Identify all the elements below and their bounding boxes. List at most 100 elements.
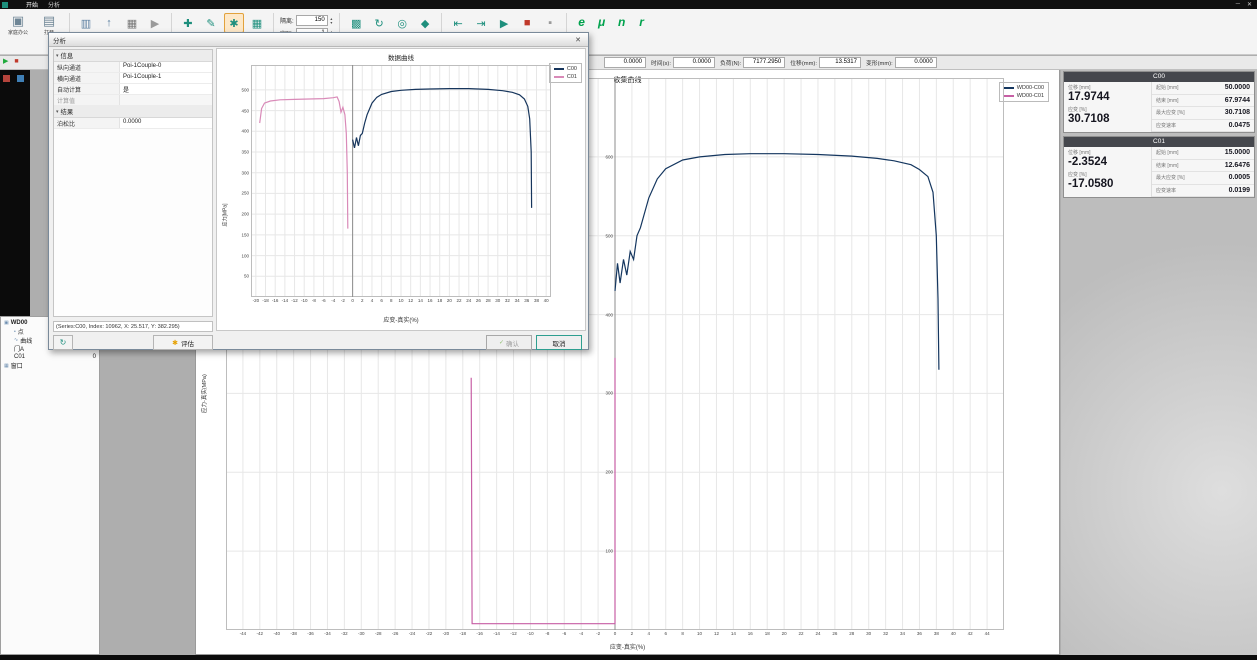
modulus-e-button[interactable]: e (573, 13, 590, 30)
dialog-chart: 数据曲线 C00C01 -20-18-16-14-12-10-8-6-4-202… (216, 48, 586, 331)
x-tick-label: -44 (240, 631, 247, 636)
result-row-label: 结束 [mm] (1156, 97, 1179, 104)
grid-tool-icon[interactable]: ▦ (247, 13, 267, 33)
property-section-header[interactable]: ▾结果 (54, 106, 212, 118)
window-control-2[interactable]: ✕ (1247, 1, 1252, 8)
dock-record-icon[interactable] (3, 75, 10, 82)
add-point-icon[interactable]: ✚ (178, 13, 198, 33)
legend-swatch (554, 68, 564, 70)
x-tick-label: -36 (307, 631, 314, 636)
close-icon[interactable]: ✕ (572, 36, 584, 44)
play-segment-icon[interactable]: ▶ (494, 13, 514, 33)
property-value[interactable]: Poi-1Couple-0 (120, 62, 212, 72)
result-row-value: 0.0475 (1229, 122, 1250, 129)
print-icon[interactable]: ▦ (122, 13, 142, 33)
edit-curve-icon[interactable]: ✎ (201, 13, 221, 33)
property-section-header[interactable]: ▾信息 (54, 50, 212, 62)
x-tick-label: 2 (361, 298, 364, 303)
result-row-value: 15.0000 (1225, 149, 1250, 156)
dialog-titlebar[interactable]: 分析 ✕ (49, 33, 588, 47)
rotate-icon[interactable]: ↻ (369, 13, 389, 33)
step-forward-icon[interactable]: ⇥ (471, 13, 491, 33)
target-icon[interactable]: ◎ (392, 13, 412, 33)
property-row[interactable]: 自动计算是 (54, 84, 212, 95)
stop-icon[interactable]: ■ (517, 13, 537, 33)
x-tick-label: -18 (460, 631, 467, 636)
isolation-spinner[interactable]: 150 (296, 15, 328, 26)
x-tick-label: -42 (257, 631, 264, 636)
legend-name: C00 (567, 66, 577, 72)
tree-item-icon: ▦ (4, 363, 9, 369)
menu-tab-2[interactable]: 分析 (48, 0, 60, 9)
run-icon[interactable]: ▶ (145, 13, 165, 33)
x-axis-label: 应变-真实(%) (217, 315, 585, 324)
property-row[interactable]: 泊松比0.0000 (54, 118, 212, 129)
x-tick-label: -6 (562, 631, 566, 636)
refresh-button[interactable]: ↻ (53, 335, 73, 350)
cancel-button[interactable]: 取消 (536, 335, 582, 350)
confirm-button[interactable]: ✓ 确认 (486, 335, 532, 350)
bottom-strip (0, 655, 1257, 660)
x-tick-label: -12 (510, 631, 517, 636)
dock-view-icon[interactable] (17, 75, 24, 82)
x-tick-label: 12 (408, 298, 413, 303)
menu-tab-1[interactable]: 开始 (26, 0, 38, 9)
open-button-icon: ▤ (35, 12, 63, 29)
property-row[interactable]: 计算值 (54, 95, 212, 106)
r-button[interactable]: r (633, 13, 650, 30)
property-row[interactable]: 横向通道Poi-1Couple-1 (54, 73, 212, 84)
window-control-1[interactable]: ─ (1236, 1, 1240, 8)
result-row-value: 50.0000 (1225, 84, 1250, 91)
property-row[interactable]: 纵向通道Poi-1Couple-0 (54, 62, 212, 73)
evaluate-button[interactable]: ✱ 评估 (153, 335, 213, 350)
matrix-icon[interactable]: ▩ (346, 13, 366, 33)
tree-item[interactable]: ▦窗口 (1, 362, 99, 371)
y-tick-label: 350 (241, 150, 249, 155)
marker-icon[interactable]: ◆ (415, 13, 435, 33)
y-tick-label: 250 (241, 191, 249, 196)
n-button[interactable]: n (613, 13, 630, 30)
collapse-icon: ▾ (56, 109, 59, 115)
confirm-label: 确认 (506, 338, 519, 348)
x-tick-label: 0 (351, 298, 354, 303)
x-tick-label: 18 (437, 298, 442, 303)
isolation-spinner-stepper[interactable]: ▲▼ (330, 17, 333, 25)
property-value[interactable]: Poi-1Couple-1 (120, 73, 212, 83)
legend-swatch (1004, 95, 1014, 97)
x-tick-label: 4 (648, 631, 651, 636)
y-tick-label: 500 (605, 233, 613, 238)
y-tick-label: 400 (605, 312, 613, 317)
tree-item-label: C01 (14, 354, 25, 360)
step-back-icon[interactable]: ⇤ (448, 13, 468, 33)
result-row-label: 应变速率 (1156, 122, 1176, 129)
cancel-label: 取消 (553, 338, 566, 348)
save-icon[interactable]: ▥ (76, 13, 96, 33)
x-tick-label: 14 (418, 298, 423, 303)
tree-item[interactable]: C010 (1, 353, 99, 362)
result-card-header: C01 (1064, 137, 1254, 147)
home-office-button[interactable]: ▣家庭办公 (4, 12, 32, 36)
analysis-tool-icon[interactable]: ✱ (224, 13, 244, 33)
x-tick-label: 36 (917, 631, 922, 636)
x-tick-label: 40 (951, 631, 956, 636)
x-tick-label: 10 (697, 631, 702, 636)
dialog-buttons: ✓ 确认 取消 (486, 335, 582, 350)
x-tick-label: 14 (731, 631, 736, 636)
x-tick-label: 38 (534, 298, 539, 303)
y-tick-label: 500 (241, 87, 249, 92)
legend-name: C01 (567, 74, 577, 80)
plot-area[interactable]: -20-18-16-14-12-10-8-6-4-202468101214161… (251, 65, 551, 297)
x-tick-label: -14 (282, 298, 289, 303)
x-tick-label: 34 (515, 298, 520, 303)
play-icon[interactable]: ▶ (3, 58, 8, 65)
x-tick-label: 26 (832, 631, 837, 636)
mu-button[interactable]: μ (593, 13, 610, 30)
property-value[interactable] (120, 95, 212, 105)
x-tick-label: 2 (631, 631, 634, 636)
property-value[interactable]: 0.0000 (120, 118, 212, 128)
property-value[interactable]: 是 (120, 84, 212, 94)
export-icon[interactable]: ↑ (99, 13, 119, 33)
stop-icon[interactable]: ■ (14, 58, 18, 65)
y-tick-label: 150 (241, 232, 249, 237)
pause-icon[interactable]: ▪ (540, 13, 560, 33)
